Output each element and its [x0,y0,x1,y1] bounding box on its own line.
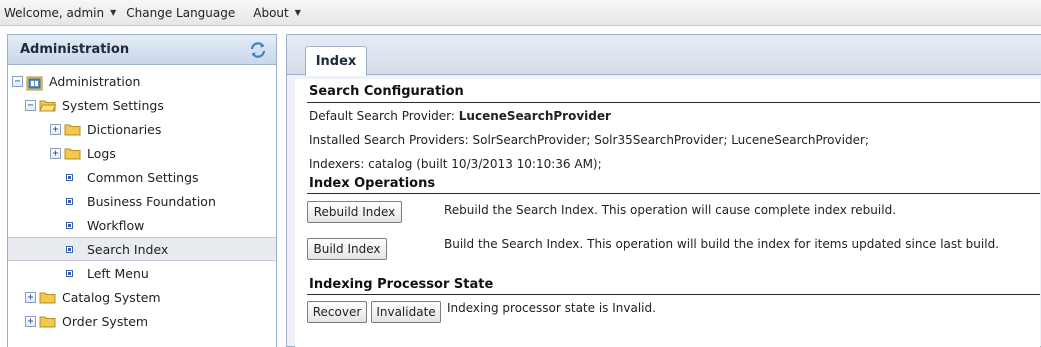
main-panel: Index Search Configuration Default Searc… [286,34,1041,347]
page-node-icon [66,245,73,253]
folder-icon [64,147,81,160]
tree-node-common-settings[interactable]: Common Settings [66,165,199,189]
expand-icon[interactable]: + [50,123,61,135]
expand-icon[interactable]: + [25,291,36,303]
tree-node-workflow[interactable]: Workflow [66,213,144,237]
index-operations-heading: Index Operations [309,176,436,191]
tree-node-label: Search Index [87,241,169,257]
page-node-icon [66,269,73,277]
default-provider-label: Default Search Provider: [309,109,455,123]
welcome-menu-label: Welcome, admin [4,5,105,20]
indexers-line: Indexers: catalog (built 10/3/2013 10:10… [309,157,602,171]
installed-providers-line: Installed Search Providers: SolrSearchPr… [309,133,869,147]
tree-node-left-menu[interactable]: Left Menu [66,261,149,285]
change-language-label: Change Language [126,5,236,20]
search-configuration-heading: Search Configuration [309,84,464,99]
tree-node-label: Common Settings [87,169,199,185]
page-node-icon [66,197,73,205]
administration-panel: Administration − Administration − System… [7,34,277,347]
rebuild-index-description: Rebuild the Search Index. This operation… [444,203,897,217]
processor-state-heading: Indexing Processor State [309,277,494,292]
panel-header: Administration [8,35,276,65]
about-menu-label: About [253,5,289,20]
tree-node-label: Order System [62,313,149,329]
tree-node-logs[interactable]: + Logs [50,141,116,165]
tree-node-business-foundation[interactable]: Business Foundation [66,189,216,213]
tree-node-order-system[interactable]: + Order System [25,309,148,333]
tree-node-dictionaries[interactable]: + Dictionaries [50,117,161,141]
default-provider-line: Default Search Provider: LuceneSearchPro… [309,109,611,123]
about-menu[interactable]: About ▼ [253,6,301,20]
tree-node-search-index[interactable]: Search Index [8,237,276,261]
tree-node-label: Dictionaries [87,121,162,137]
tree-node-label: Workflow [87,217,145,233]
folder-open-icon [39,99,57,112]
welcome-menu[interactable]: Welcome, admin ▼ [4,6,116,20]
tree-node-label: System Settings [62,97,164,113]
section-divider [307,294,1040,295]
section-divider [307,102,1040,103]
page-node-icon [66,173,73,181]
folder-icon [39,315,56,328]
administration-root-icon [26,75,43,90]
tree-node-label: Logs [87,145,116,161]
refresh-icon[interactable] [248,40,268,60]
build-index-description: Build the Search Index. This operation w… [444,237,999,251]
processor-state-text: Indexing processor state is Invalid. [447,301,656,315]
tree-node-label: Left Menu [87,265,149,281]
chevron-down-icon: ▼ [110,8,117,17]
top-menu-bar: Welcome, admin ▼ Change Language About ▼ [0,0,1041,26]
build-index-button[interactable]: Build Index [307,238,387,260]
folder-icon [39,291,56,304]
invalidate-button[interactable]: Invalidate [371,301,441,323]
tab-index[interactable]: Index [305,46,367,76]
expand-icon[interactable]: + [50,147,61,159]
expand-icon[interactable]: + [25,315,36,327]
tree-node-label: Catalog System [62,289,161,305]
page-node-icon [66,221,73,229]
panel-title: Administration [20,42,130,57]
collapse-icon[interactable]: − [25,99,36,111]
default-provider-value: LuceneSearchProvider [458,109,611,123]
change-language-menu[interactable]: Change Language [126,6,235,20]
tree-node-administration[interactable]: − Administration [12,69,140,93]
section-divider [307,193,1040,194]
tree-node-system-settings[interactable]: − System Settings [25,93,164,117]
folder-icon [64,123,81,136]
collapse-icon[interactable]: − [12,75,23,87]
tree-node-label: Business Foundation [87,193,216,209]
recover-button[interactable]: Recover [307,301,367,323]
chevron-down-icon: ▼ [294,8,301,17]
rebuild-index-button[interactable]: Rebuild Index [307,201,402,223]
tree-node-label: Administration [49,73,141,89]
tab-strip: Index [287,35,1041,76]
index-content: Search Configuration Default Search Prov… [295,79,1040,347]
tree-node-catalog-system[interactable]: + Catalog System [25,285,161,309]
